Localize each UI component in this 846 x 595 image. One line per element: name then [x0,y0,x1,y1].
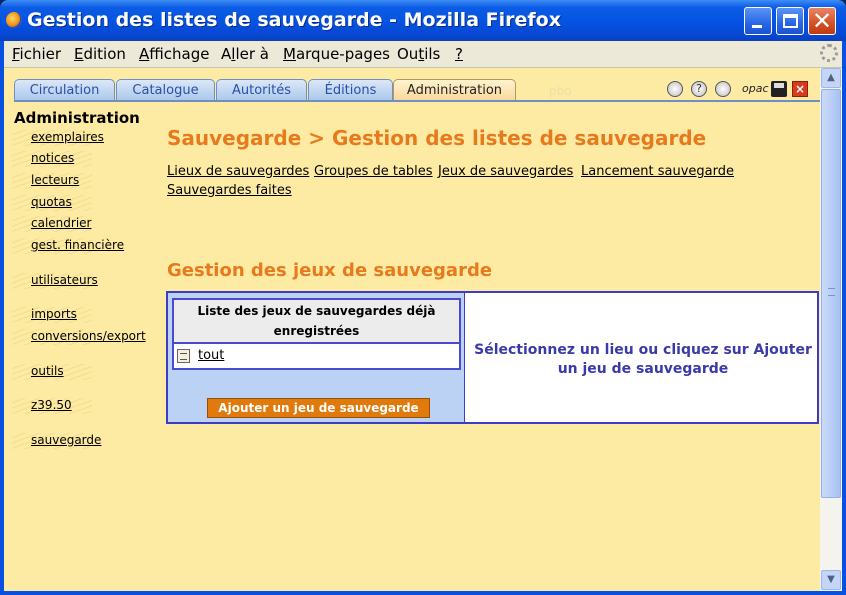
minimize-button[interactable] [744,7,772,35]
menu-edition[interactable]: Edition [74,45,126,63]
window-title: Gestion des listes de sauvegarde - Mozil… [27,9,561,31]
instruction-message: Sélectionnez un lieu ou cliquez sur Ajou… [474,342,812,377]
sidebar-item-outils[interactable]: outils [31,364,64,378]
sidebar-title: Administration [14,109,140,127]
tab-autorites[interactable]: Autorités [216,79,307,101]
sublink-sauvegardes-faites[interactable]: Sauvegardes faites [167,183,292,198]
backup-sets-list-panel: Liste des jeux de sauvegardes déjà enreg… [168,293,465,422]
scroll-thumb[interactable] [821,89,841,498]
tab-circulation[interactable]: Circulation [14,79,115,101]
maximize-icon [783,14,798,28]
list-header: Liste des jeux de sauvegardes déjà enreg… [172,298,461,344]
menu-aide[interactable]: ? [455,45,463,63]
sidebar-item-utilisateurs[interactable]: utilisateurs [31,273,98,287]
section-title: Gestion des jeux de sauvegarde [167,260,493,281]
close-session-icon[interactable]: × [792,81,808,97]
menu-fichier-label: ichier [19,45,62,63]
save-icon[interactable] [771,81,787,97]
opac-icon[interactable]: opac [742,82,769,98]
window-frame-bottom [0,591,846,595]
menu-fichier-mnemonic: F [12,45,20,63]
title-bar: Gestion des listes de sauvegarde - Mozil… [0,0,846,41]
firefox-icon [6,12,22,28]
tab-catalogue[interactable]: Catalogue [116,79,215,101]
close-window-button[interactable]: ✕ [808,7,836,35]
sidebar-item-gest-financiere[interactable]: gest. financière [31,238,124,252]
menu-affichage-mnemonic: A [139,45,150,63]
menu-aller-a[interactable]: Aller à [221,45,269,63]
scroll-grip-icon [828,288,835,296]
sidebar-item-sauvegarde[interactable]: sauvegarde [31,433,101,447]
sidebar-item-imports[interactable]: imports [31,307,77,321]
menu-aller-a-label: ler à [235,45,269,63]
minimize-icon [752,25,762,28]
menu-marque-pages-mnemonic: M [283,45,296,63]
add-backup-set-button[interactable]: Ajouter un jeu de sauvegarde [207,398,430,418]
tab-divider [14,100,820,102]
sidebar-item-exemplaires[interactable]: exemplaires [31,130,104,144]
menu-outils-prefix: Ou [397,45,419,63]
clock-icon[interactable] [667,81,683,97]
menu-outils[interactable]: Outils [397,45,440,63]
sublink-lieux-de-sauvegardes[interactable]: Lieux de sauvegardes [167,164,309,179]
help-icon[interactable]: ? [691,81,707,97]
menu-affichage-label: ffichage [149,45,210,63]
backup-set-icon [177,349,190,363]
tab-ghost-label: pbo [549,84,572,98]
backup-sets-panel: Liste des jeux de sauvegardes déjà enreg… [166,291,819,424]
maximize-button[interactable] [776,7,804,35]
scroll-up-button[interactable]: ▲ [821,68,841,88]
sidebar-item-calendrier[interactable]: calendrier [31,216,91,230]
scroll-down-button[interactable]: ▼ [821,570,841,590]
sidebar-item-notices[interactable]: notices [31,151,74,165]
list-item-link[interactable]: tout [198,348,224,363]
page-title: Sauvegarde > Gestion des listes de sauve… [167,126,707,150]
settings-icon[interactable] [715,81,731,97]
vertical-scrollbar[interactable]: ▲ ▼ [820,68,842,591]
throbber-icon [820,44,838,62]
menu-affichage[interactable]: Affichage [139,45,209,63]
sidebar-item-lecteurs[interactable]: lecteurs [31,173,79,187]
sidebar-item-conversions-export[interactable]: conversions/export [31,329,146,343]
menu-marque-pages-label: arque-pages [295,45,390,63]
sublink-jeux-de-sauvegardes[interactable]: Jeux de sauvegardes [438,164,573,179]
menu-fichier[interactable]: Fichier [12,45,61,63]
tab-administration[interactable]: Administration [393,79,516,101]
menu-bar: Fichier Edition Affichage Aller à Marque… [4,41,842,68]
menu-outils-label: ils [424,45,441,63]
list-item[interactable]: tout [172,344,461,370]
menu-marque-pages[interactable]: Marque-pages [283,45,390,63]
sublink-groupes-de-tables[interactable]: Groupes de tables [314,164,433,179]
menu-aller-a-prefix: A [221,45,232,63]
sidebar-item-z3950[interactable]: z39.50 [31,398,72,412]
close-icon: ✕ [812,7,833,35]
menu-edition-label: dition [83,45,126,63]
sidebar-item-quotas[interactable]: quotas [31,195,72,209]
menu-aide-mnemonic: ? [455,45,463,63]
page-content: Circulation Catalogue Autorités Éditions… [4,68,820,591]
window-frame-right [842,41,846,595]
sublink-lancement-sauvegarde[interactable]: Lancement sauvegarde [581,164,734,179]
tab-editions[interactable]: Éditions [308,79,393,101]
